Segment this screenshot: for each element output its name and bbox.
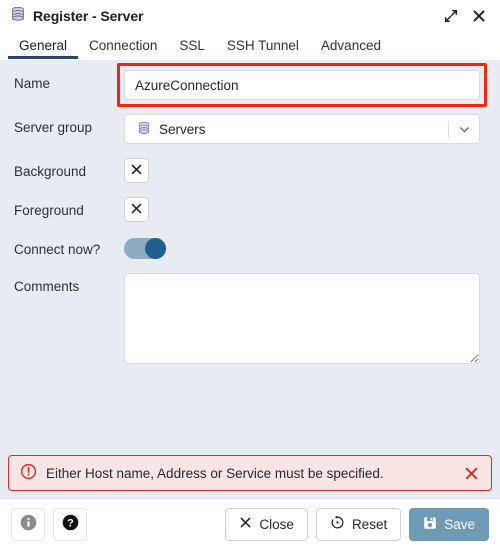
background-field-wrap <box>124 158 480 183</box>
x-clear-icon <box>130 202 143 218</box>
toggle-knob <box>145 238 166 259</box>
title-bar-left: Register - Server <box>10 6 442 25</box>
connect-now-field-wrap <box>124 236 480 259</box>
name-field-wrap <box>124 70 480 100</box>
comments-row: Comments <box>0 273 500 364</box>
reset-circular-arrow-icon <box>330 515 345 533</box>
foreground-color-button[interactable] <box>124 197 149 222</box>
tab-advanced-label: Advanced <box>321 38 381 53</box>
connect-now-row: Connect now? <box>0 236 500 259</box>
tab-bar: General Connection SSL SSH Tunnel Advanc… <box>0 31 500 60</box>
comments-field-wrap <box>124 273 480 364</box>
connect-now-label: Connect now? <box>14 236 124 258</box>
info-button[interactable] <box>11 508 45 541</box>
tab-advanced[interactable]: Advanced <box>310 31 392 59</box>
tab-ssl[interactable]: SSL <box>168 31 216 59</box>
close-x-icon <box>239 516 252 532</box>
title-bar: Register - Server <box>0 0 500 31</box>
foreground-row: Foreground <box>0 197 500 222</box>
server-group-value-wrap: Servers <box>137 121 448 138</box>
expand-diagonal-icon[interactable] <box>442 7 460 25</box>
error-message: Either Host name, Address or Service mus… <box>46 466 452 481</box>
dialog-title: Register - Server <box>33 8 143 24</box>
tab-general-label: General <box>19 38 67 53</box>
chevron-down-icon[interactable] <box>449 115 479 143</box>
footer-right-group: Close Reset <box>225 508 489 541</box>
comments-label: Comments <box>14 273 124 295</box>
background-color-button[interactable] <box>124 158 149 183</box>
reset-button-label: Reset <box>352 517 387 532</box>
info-circle-icon <box>19 513 38 535</box>
foreground-field-wrap <box>124 197 480 222</box>
save-floppy-icon <box>423 516 437 533</box>
save-button[interactable]: Save <box>409 508 489 541</box>
name-input[interactable] <box>124 70 480 100</box>
server-group-select[interactable]: Servers <box>124 114 480 144</box>
server-stack-icon <box>137 121 151 138</box>
background-row: Background <box>0 158 500 183</box>
tab-connection[interactable]: Connection <box>78 31 168 59</box>
register-server-dialog: Register - Server <box>0 0 500 549</box>
question-circle-icon: ? <box>61 513 80 535</box>
svg-text:?: ? <box>67 518 74 530</box>
name-row: Name <box>0 70 500 100</box>
reset-button[interactable]: Reset <box>316 508 401 541</box>
comments-textarea[interactable] <box>124 273 480 364</box>
server-group-label: Server group <box>14 114 124 136</box>
close-icon[interactable] <box>470 7 488 25</box>
footer-left-group: ? <box>11 508 87 541</box>
foreground-label: Foreground <box>14 197 124 219</box>
error-banner: Either Host name, Address or Service mus… <box>8 455 492 491</box>
server-group-value: Servers <box>159 122 206 137</box>
server-stack-icon <box>10 6 26 25</box>
tab-ssh-tunnel[interactable]: SSH Tunnel <box>216 31 310 59</box>
tab-connection-label: Connection <box>89 38 157 53</box>
tab-ssh-tunnel-label: SSH Tunnel <box>227 38 299 53</box>
server-group-field-wrap: Servers <box>124 114 480 144</box>
close-button[interactable]: Close <box>225 508 308 541</box>
name-label: Name <box>14 70 124 92</box>
tab-ssl-label: SSL <box>179 38 205 53</box>
tab-general[interactable]: General <box>8 31 78 59</box>
save-button-label: Save <box>444 517 475 532</box>
server-group-row: Server group <box>0 114 500 144</box>
close-button-label: Close <box>259 517 294 532</box>
help-button[interactable]: ? <box>53 508 87 541</box>
window-controls <box>442 7 492 25</box>
error-close-icon[interactable] <box>461 463 481 483</box>
x-clear-icon <box>130 163 143 179</box>
dialog-footer: ? Close <box>0 498 500 549</box>
alert-circle-icon <box>20 463 37 483</box>
general-tab-panel: Name Server group <box>0 60 500 455</box>
background-label: Background <box>14 158 124 180</box>
connect-now-toggle[interactable] <box>124 238 166 259</box>
